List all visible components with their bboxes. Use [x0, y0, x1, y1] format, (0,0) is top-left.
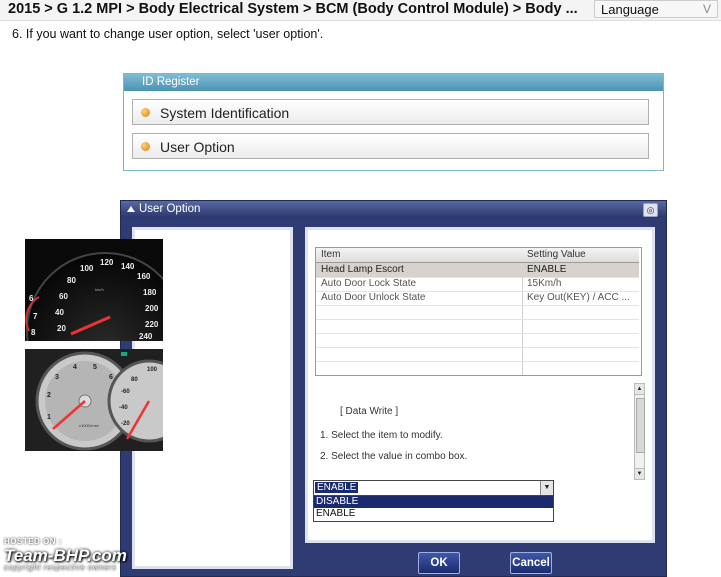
table-row-empty — [316, 333, 639, 348]
cancel-button[interactable]: Cancel — [510, 552, 552, 574]
top-bar: 2015 > G 1.2 MPI > Body Electrical Syste… — [0, 0, 721, 21]
svg-text:80: 80 — [67, 276, 76, 285]
scroll-up-icon[interactable]: ▲ — [635, 384, 644, 395]
table-row[interactable]: Auto Door Unlock State Key Out(KEY) / AC… — [316, 291, 639, 306]
instruction-line-1: 1. Select the item to modify. — [320, 430, 443, 441]
watermark-hosted: HOSTED ON : — [4, 537, 62, 546]
svg-text:100: 100 — [147, 367, 158, 373]
info-scrollbar[interactable]: ▲ ▼ — [634, 383, 645, 480]
id-register-panel: ID Register System Identification User O… — [123, 73, 664, 171]
svg-text:km/h: km/h — [95, 287, 104, 292]
table-row-empty — [316, 305, 639, 320]
svg-text:-60: -60 — [121, 389, 130, 395]
svg-text:240: 240 — [139, 332, 153, 341]
user-option-button[interactable]: User Option — [132, 133, 649, 159]
dialog-titlebar: User Option ◎ — [121, 201, 666, 218]
combo-selected-value: ENABLE — [315, 482, 359, 493]
svg-text:120: 120 — [100, 258, 114, 267]
svg-text:100: 100 — [80, 264, 94, 273]
svg-text:-20: -20 — [121, 421, 130, 427]
dialog-collapse-icon[interactable] — [127, 206, 135, 212]
svg-text:1: 1 — [47, 414, 51, 421]
system-identification-label: System Identification — [160, 105, 290, 121]
setting-value-combo[interactable]: ENABLE ▼ — [313, 480, 554, 496]
svg-text:60: 60 — [59, 292, 68, 301]
language-label: Language — [601, 2, 659, 17]
row-value: Key Out(KEY) / ACC ... — [527, 292, 630, 303]
svg-text:200: 200 — [145, 304, 159, 313]
table-row-empty — [316, 319, 639, 334]
column-header-setting-value: Setting Value — [527, 249, 586, 260]
svg-text:-40: -40 — [119, 405, 128, 411]
table-row[interactable]: Head Lamp Escort ENABLE — [316, 263, 639, 278]
row-value: ENABLE — [527, 264, 567, 275]
row-item: Auto Door Unlock State — [321, 292, 426, 303]
watermark: HOSTED ON : Team-BHP.com copyright respe… — [4, 537, 127, 572]
table-row-empty — [316, 347, 639, 362]
bullet-icon — [141, 108, 150, 117]
svg-text:160: 160 — [137, 272, 151, 281]
svg-text:4: 4 — [73, 364, 77, 371]
user-option-table: Item Setting Value Head Lamp Escort ENAB… — [315, 247, 642, 376]
step-instruction: 6. If you want to change user option, se… — [12, 27, 324, 41]
svg-text:140: 140 — [121, 262, 135, 271]
speedometer-image: 20 40 60 80 100 120 140 160 180 200 220 240 678 … — [25, 239, 163, 341]
svg-text:180: 180 — [143, 288, 157, 297]
chevron-down-icon: V — [702, 2, 711, 16]
scrollbar-thumb[interactable] — [636, 398, 645, 453]
table-header: Item Setting Value — [316, 248, 639, 263]
system-identification-button[interactable]: System Identification — [132, 99, 649, 125]
dialog-close-icon[interactable]: ◎ — [643, 203, 658, 217]
table-row[interactable]: Auto Door Lock State 15Km/h — [316, 277, 639, 292]
language-dropdown[interactable]: Language V — [594, 0, 718, 18]
svg-text:220: 220 — [145, 320, 159, 329]
user-option-label: User Option — [160, 139, 235, 155]
tachometer-image: 1 2 3 4 5 6 x1000r/min 80 100 -60 -40 -20 — [25, 349, 163, 451]
svg-text:7: 7 — [33, 312, 38, 321]
combo-dropdown-list: DISABLE ENABLE — [313, 495, 554, 522]
bullet-icon — [141, 142, 150, 151]
svg-text:20: 20 — [57, 324, 66, 333]
option-enable[interactable]: ENABLE — [314, 508, 553, 520]
svg-text:3: 3 — [55, 374, 59, 381]
breadcrumb[interactable]: 2015 > G 1.2 MPI > Body Electrical Syste… — [8, 1, 578, 17]
instruction-line-2: 2. Select the value in combo box. — [320, 451, 468, 462]
column-header-item: Item — [321, 249, 341, 260]
svg-text:6: 6 — [109, 374, 113, 381]
svg-text:80: 80 — [131, 377, 138, 383]
svg-text:40: 40 — [55, 308, 64, 317]
scroll-down-icon[interactable]: ▼ — [635, 468, 644, 479]
row-item: Auto Door Lock State — [321, 278, 417, 289]
watermark-copyright: copyright respective owners — [4, 563, 117, 572]
chevron-down-icon[interactable]: ▼ — [540, 481, 553, 495]
dialog-title: User Option — [139, 203, 201, 215]
svg-text:2: 2 — [47, 392, 51, 399]
svg-text:x1000r/min: x1000r/min — [79, 423, 99, 428]
option-disable[interactable]: DISABLE — [314, 496, 553, 508]
data-write-heading: [ Data Write ] — [340, 406, 399, 417]
row-item: Head Lamp Escort — [321, 264, 404, 275]
ok-button[interactable]: OK — [418, 552, 460, 574]
row-value: 15Km/h — [527, 278, 562, 289]
svg-text:8: 8 — [31, 328, 36, 337]
id-register-title: ID Register — [124, 74, 663, 91]
svg-text:5: 5 — [93, 364, 97, 371]
